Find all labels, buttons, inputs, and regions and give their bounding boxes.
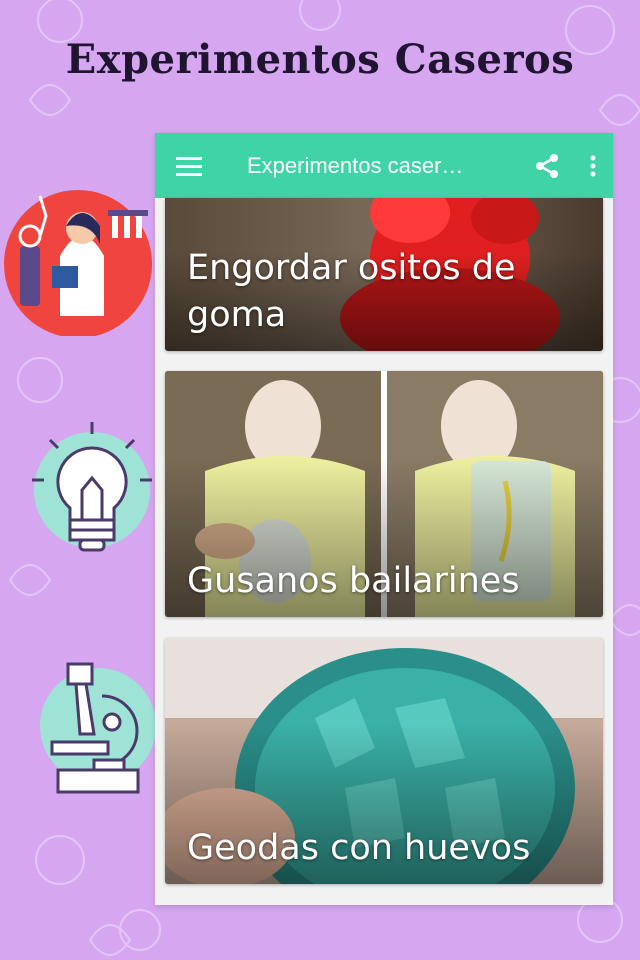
app-bar: Experimentos caser…: [155, 133, 613, 198]
overflow-menu-button[interactable]: [573, 133, 613, 198]
promo-title: Experimentos Caseros: [65, 36, 575, 83]
card-title: Gusanos bailarines: [187, 561, 520, 601]
hamburger-menu-icon: [176, 156, 202, 176]
scientist-illustration: [4, 190, 152, 336]
experiment-card[interactable]: Geodas con huevos: [165, 638, 603, 884]
menu-button[interactable]: [155, 133, 223, 198]
card-title: Engordar ositos de goma: [187, 248, 516, 335]
microscope-illustration: [40, 662, 156, 794]
app-screen: Experimentos caser… Engordar ositos de g…: [155, 133, 613, 905]
experiment-card[interactable]: Engordar ositos de goma: [165, 198, 603, 351]
share-button[interactable]: [521, 133, 573, 198]
app-title: Experimentos caser…: [247, 152, 464, 178]
more-vert-icon: [590, 155, 596, 176]
card-title: Geodas con huevos: [187, 828, 531, 868]
share-icon: [536, 153, 558, 178]
lightbulb-illustration: [32, 422, 152, 552]
experiment-card[interactable]: Gusanos bailarines: [165, 371, 603, 617]
